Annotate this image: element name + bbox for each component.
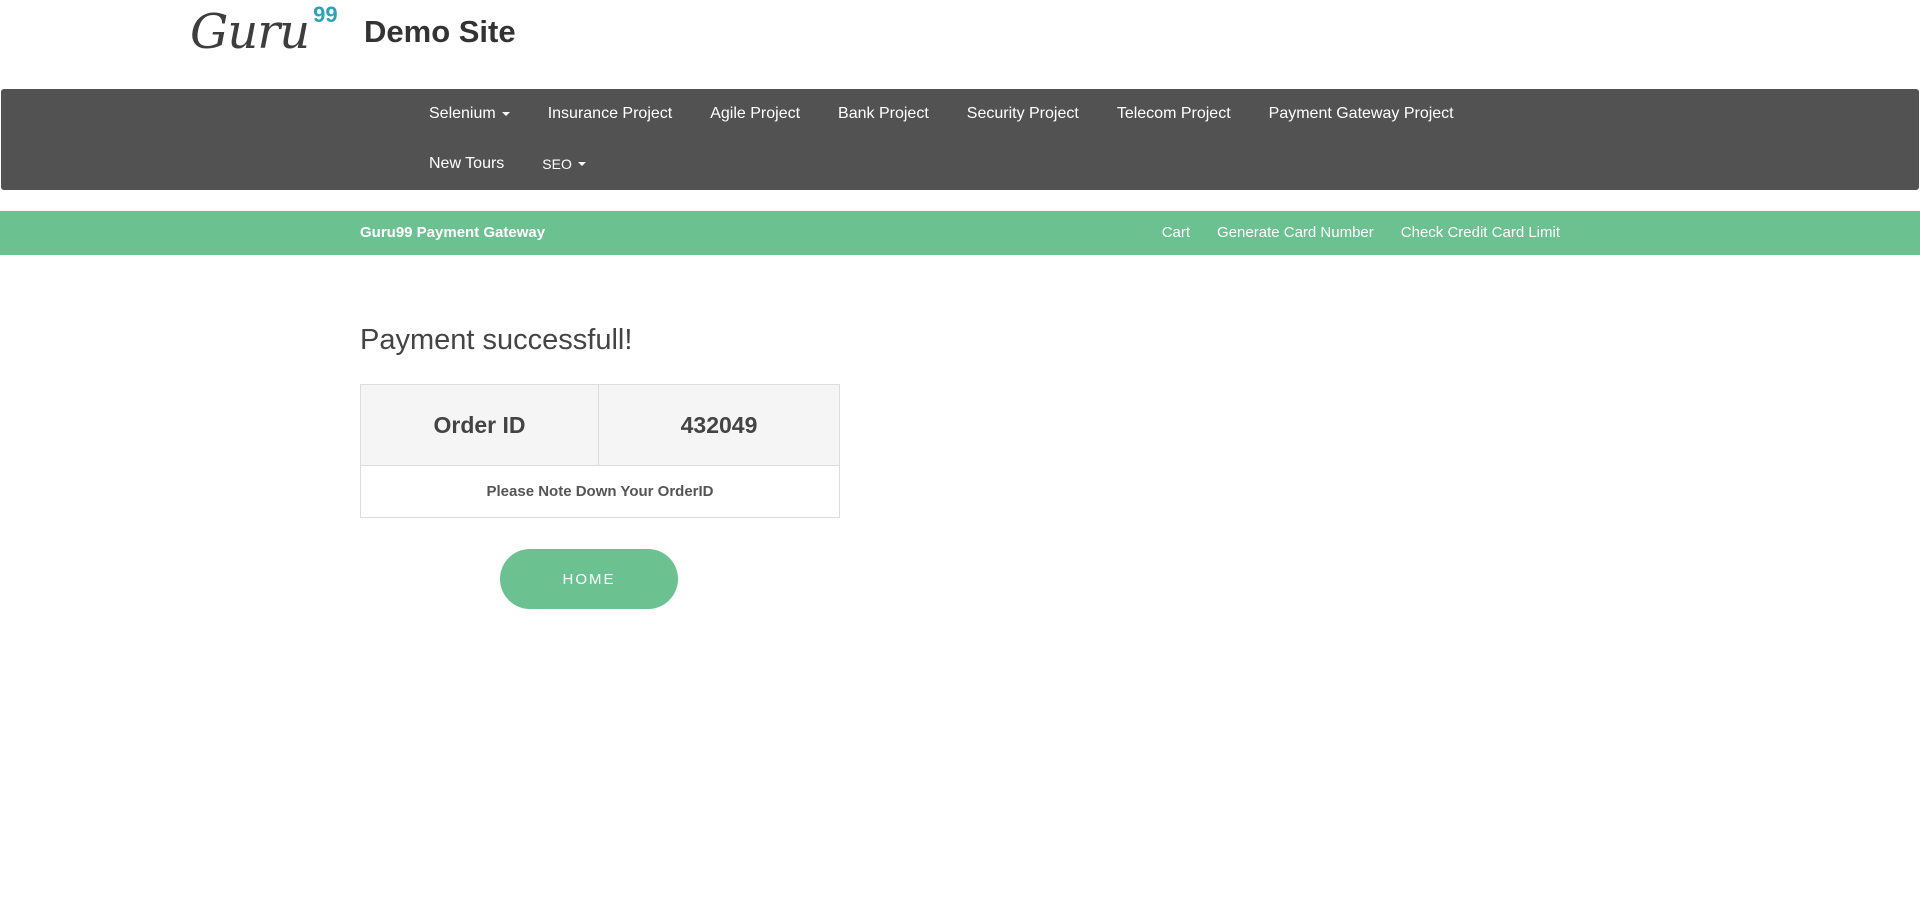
generate-card-number-link[interactable]: Generate Card Number bbox=[1190, 211, 1374, 255]
nav-item-agile-project[interactable]: Agile Project bbox=[691, 89, 819, 139]
check-credit-card-limit-link[interactable]: Check Credit Card Limit bbox=[1374, 211, 1560, 255]
payment-gateway-navbar: Guru99 Payment Gateway Cart Generate Car… bbox=[0, 211, 1920, 255]
nav-item-new-tours[interactable]: New Tours bbox=[410, 139, 523, 189]
nav-item-label: Agile Project bbox=[710, 105, 801, 122]
nav-item-label: Telecom Project bbox=[1116, 105, 1231, 122]
payment-gateway-brand-link[interactable]: Guru99 Payment Gateway bbox=[360, 211, 545, 255]
logo-text: Guru bbox=[190, 4, 310, 60]
nav-item-seo[interactable]: SEO bbox=[523, 139, 605, 189]
payment-success-heading: Payment successfull! bbox=[360, 324, 633, 356]
nav-item-label: Security Project bbox=[966, 105, 1079, 122]
guru99-logo[interactable]: Guru 99 bbox=[190, 2, 338, 61]
top-nav-list: Selenium Insurance Project Agile Project… bbox=[410, 89, 1540, 189]
nav-item-telecom-project[interactable]: Telecom Project bbox=[1098, 89, 1250, 139]
caret-down-icon bbox=[577, 162, 586, 166]
home-button[interactable]: HOME bbox=[500, 549, 678, 609]
nav-item-security-project[interactable]: Security Project bbox=[948, 89, 1098, 139]
order-id-value: 432049 bbox=[598, 384, 840, 466]
order-id-label: Order ID bbox=[360, 384, 599, 466]
site-title: Demo Site bbox=[364, 14, 516, 49]
sub-nav-links: Cart Generate Card Number Check Credit C… bbox=[1135, 211, 1560, 255]
nav-item-label: SEO bbox=[542, 156, 572, 172]
table-row: Order ID 432049 bbox=[360, 384, 840, 466]
nav-item-label: Insurance Project bbox=[547, 105, 673, 122]
logo-superscript: 99 bbox=[313, 2, 338, 27]
table-row: Please Note Down Your OrderID bbox=[360, 465, 840, 518]
nav-item-selenium[interactable]: Selenium bbox=[410, 89, 529, 139]
caret-down-icon bbox=[501, 112, 510, 116]
nav-item-bank-project[interactable]: Bank Project bbox=[819, 89, 948, 139]
nav-item-payment-gateway-project[interactable]: Payment Gateway Project bbox=[1250, 89, 1473, 139]
cart-link[interactable]: Cart bbox=[1135, 211, 1190, 255]
order-note: Please Note Down Your OrderID bbox=[360, 465, 840, 518]
site-header: Guru 99 Demo Site bbox=[0, 0, 1920, 89]
nav-item-label: Bank Project bbox=[838, 105, 929, 122]
main-content: Payment successfull! Order ID 432049 Ple… bbox=[360, 316, 840, 609]
nav-item-label: New Tours bbox=[429, 155, 505, 172]
nav-item-label: Selenium bbox=[429, 105, 496, 122]
order-table: Order ID 432049 Please Note Down Your Or… bbox=[360, 384, 840, 518]
top-navbar: Selenium Insurance Project Agile Project… bbox=[1, 89, 1919, 190]
nav-item-insurance-project[interactable]: Insurance Project bbox=[529, 89, 692, 139]
nav-item-label: Payment Gateway Project bbox=[1268, 105, 1454, 122]
